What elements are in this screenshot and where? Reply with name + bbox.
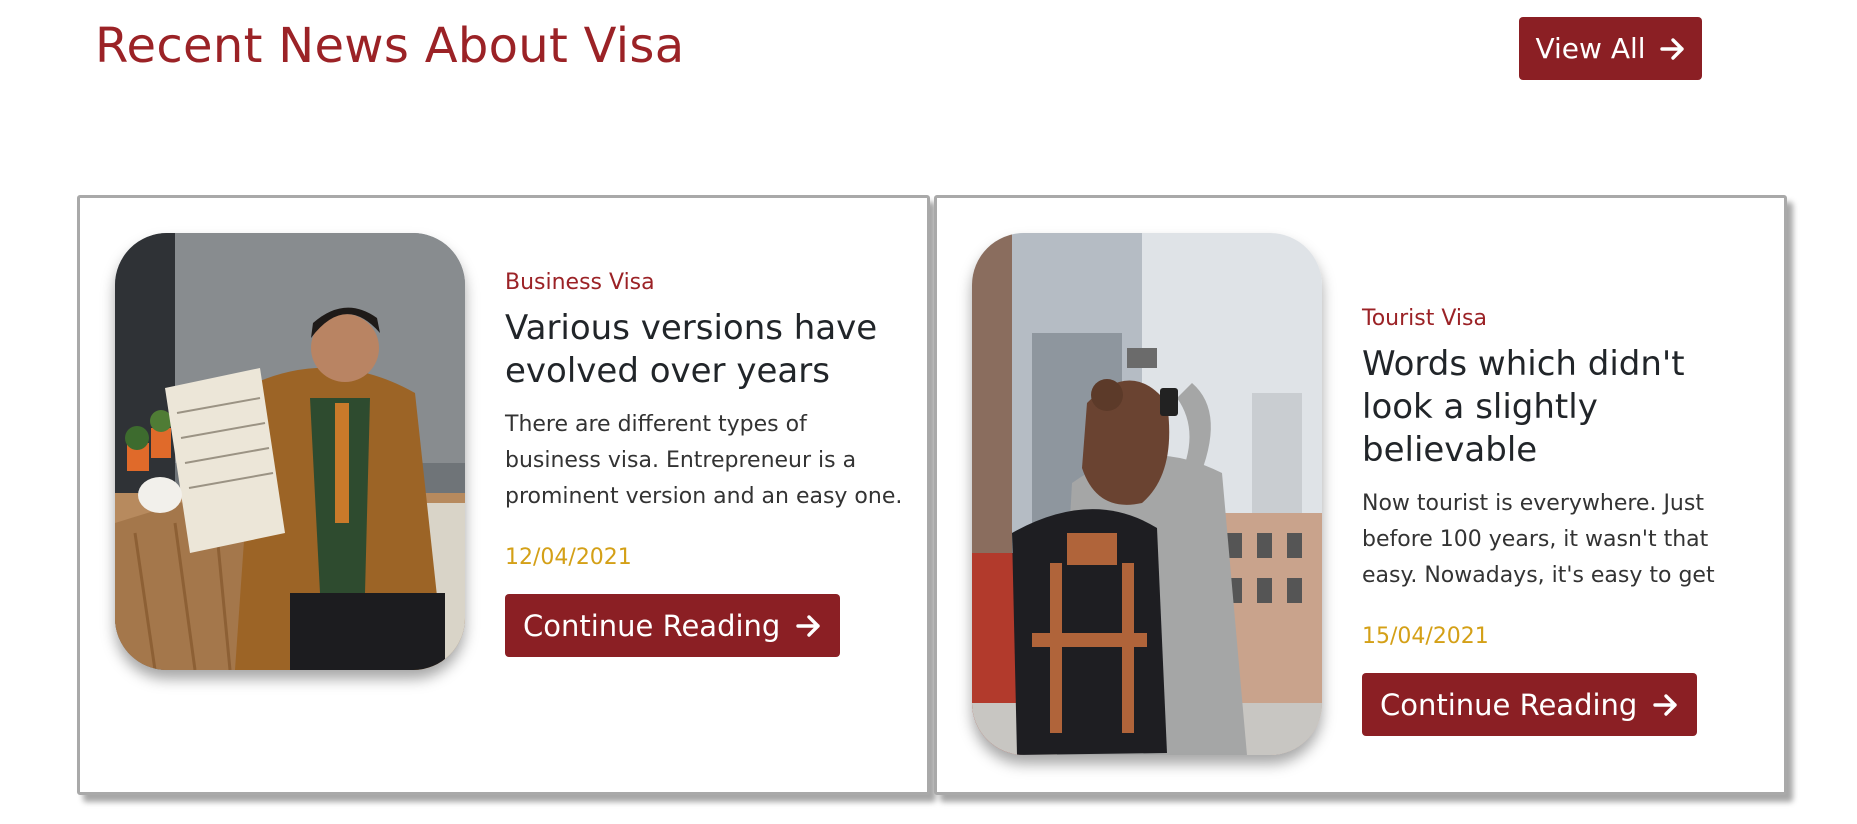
card-content: Tourist Visa Words which didn't look a s… [1362,306,1762,736]
news-card-tourist: Tourist Visa Words which didn't look a s… [934,195,1787,795]
continue-reading-label: Continue Reading [1380,687,1638,722]
card-description: There are different types of business vi… [505,412,903,509]
section-title: Recent News About Visa [95,18,685,74]
businessman-reading-newspaper-image [115,233,465,670]
card-title[interactable]: Words which didn't look a slightly belie… [1362,343,1762,472]
continue-reading-button[interactable]: Continue Reading [1362,673,1698,736]
arrow-right-icon [1653,693,1679,717]
arrow-right-icon [796,614,822,638]
arrow-right-icon [1659,37,1686,61]
continue-reading-button[interactable]: Continue Reading [505,594,841,657]
news-card-business: Business Visa Various versions have evol… [77,195,930,795]
card-date: 12/04/2021 [505,545,632,570]
card-category[interactable]: Business Visa [505,270,905,295]
tourist-taking-photo-image [972,233,1322,755]
card-description: Now tourist is everywhere. Just before 1… [1362,491,1715,588]
view-all-label: View All [1535,32,1646,65]
continue-reading-label: Continue Reading [523,608,781,643]
card-category[interactable]: Tourist Visa [1362,306,1762,331]
card-title[interactable]: Various versions have evolved over years [505,307,905,393]
card-content: Business Visa Various versions have evol… [505,270,905,657]
card-date: 15/04/2021 [1362,624,1489,649]
view-all-button[interactable]: View All [1519,17,1702,80]
